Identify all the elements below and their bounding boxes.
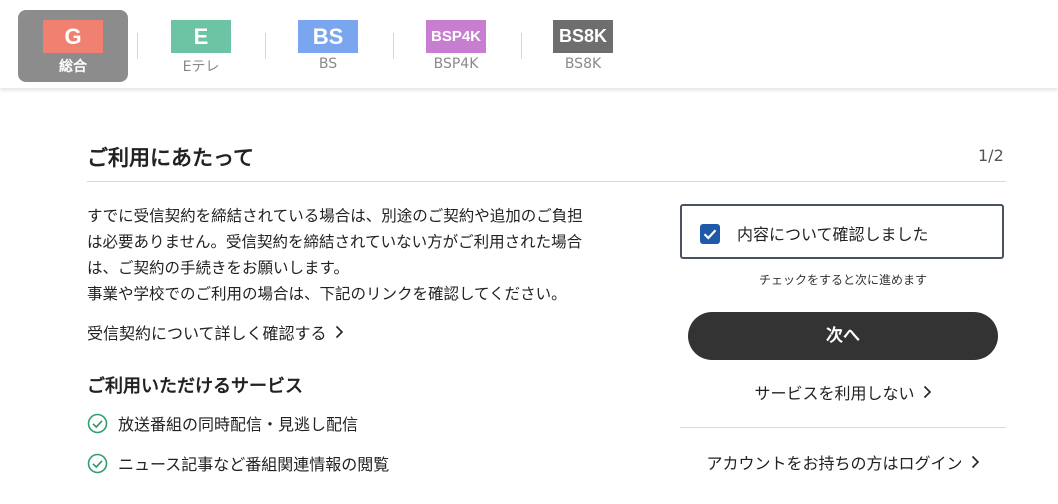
title-divider xyxy=(87,181,1006,182)
service-item: 放送番組の同時配信・見逃し配信 xyxy=(87,411,358,438)
channel-label-bsp4k: BSP4K xyxy=(433,56,479,72)
login-label: アカウントをお持ちの方はログイン xyxy=(706,454,963,473)
services-heading: ご利用いただけるサービス xyxy=(87,376,303,397)
channel-tab-bs8k[interactable]: BS8K BS8K xyxy=(528,10,638,82)
channel-bar: G 総合 E Eテレ BS BS BSP4K BSP4K BS8K BS8K xyxy=(0,0,1058,88)
service-item: ニュース記事など番組関連情報の閲覧 xyxy=(87,451,389,478)
description-line: は必要ありません。受信契約を締結されていない方がご利用された場合 xyxy=(87,233,583,251)
channel-tab-g[interactable]: G 総合 xyxy=(18,10,128,82)
chevron-right-icon xyxy=(923,384,932,403)
channel-separator xyxy=(521,33,522,59)
channel-separator xyxy=(137,33,138,59)
chevron-right-icon xyxy=(335,324,344,343)
channel-label-e: Eテレ xyxy=(182,59,220,75)
channel-badge-bs: BS xyxy=(298,20,358,53)
checkbox-hint: チェックをすると次に進めます xyxy=(758,273,927,287)
confirm-checkbox-row[interactable]: 内容について確認しました xyxy=(680,204,1004,259)
circle-check-icon xyxy=(87,453,108,478)
circle-check-icon xyxy=(87,413,108,438)
check-icon xyxy=(700,229,720,248)
channel-badge-e: E xyxy=(171,20,231,53)
channel-badge-bs8k: BS8K xyxy=(553,20,613,53)
channel-separator xyxy=(265,33,266,59)
channel-tab-e[interactable]: E Eテレ xyxy=(146,10,256,82)
confirm-checkbox-label: 内容について確認しました xyxy=(737,225,929,244)
confirm-checkbox[interactable] xyxy=(700,224,720,244)
description-line: すでに受信契約を締結されている場合は、別途のご契約や追加のご負担 xyxy=(87,207,583,225)
channel-label-g: 総合 xyxy=(59,59,87,75)
channel-label-bs8k: BS8K xyxy=(564,56,602,72)
channel-badge-g: G xyxy=(43,20,103,53)
channel-label-bs: BS xyxy=(318,56,338,72)
contract-details-link[interactable]: 受信契約について詳しく確認する xyxy=(87,320,344,344)
description-line: 事業や学校でのご利用の場合は、下記のリンクを確認してください。 xyxy=(87,285,567,303)
description: すでに受信契約を締結されている場合は、別途のご契約や追加のご負担 は必要ありませ… xyxy=(87,203,647,307)
login-link[interactable]: アカウントをお持ちの方はログイン xyxy=(680,450,1006,474)
next-button[interactable]: 次へ xyxy=(688,312,998,360)
channel-badge-bsp4k: BSP4K xyxy=(426,20,486,53)
page-indicator: 1/2 xyxy=(978,146,1004,165)
right-divider xyxy=(680,427,1006,428)
channel-separator xyxy=(393,33,394,59)
description-line: は、ご契約の手続きをお願いします。 xyxy=(87,259,349,277)
service-label: 放送番組の同時配信・見逃し配信 xyxy=(118,415,359,434)
contract-details-label: 受信契約について詳しく確認する xyxy=(87,324,327,343)
page-title: ご利用にあたって xyxy=(87,146,254,170)
decline-service-link[interactable]: サービスを利用しない xyxy=(680,380,1006,404)
service-label: ニュース記事など番組関連情報の閲覧 xyxy=(118,455,390,474)
channel-tab-bsp4k[interactable]: BSP4K BSP4K xyxy=(401,10,511,82)
decline-service-label: サービスを利用しない xyxy=(754,384,915,403)
channel-tab-bs[interactable]: BS BS xyxy=(273,10,383,82)
chevron-right-icon xyxy=(971,454,980,473)
